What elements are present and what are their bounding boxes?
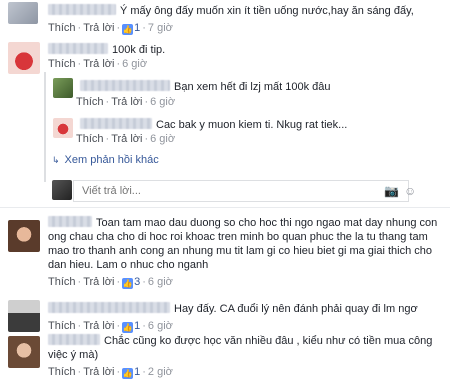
commenter-name[interactable] [48, 216, 92, 227]
reply-link[interactable]: Trả lời [83, 276, 114, 288]
reply-link[interactable]: Trả lời [83, 22, 114, 34]
like-icon: 👍 [122, 278, 134, 289]
commenter-name[interactable] [80, 80, 170, 91]
like-icon: 👍 [122, 24, 134, 35]
timestamp[interactable]: 6 giờ [150, 96, 175, 108]
like-count[interactable]: 1 [134, 320, 140, 332]
avatar[interactable] [53, 118, 73, 138]
reply-actions: Thích · Trả lời · 6 giờ [76, 133, 176, 145]
avatar[interactable] [8, 2, 38, 24]
like-count[interactable]: 3 [134, 276, 140, 288]
like-count[interactable]: 1 [134, 366, 140, 378]
comment-text: Ý mấy ông đấy muốn xin ít tiền uống nước… [120, 5, 414, 17]
reply-link[interactable]: Trả lời [83, 366, 114, 378]
commenter-name[interactable] [80, 118, 152, 129]
timestamp[interactable]: 6 giờ [150, 133, 175, 145]
commenter-name[interactable] [48, 334, 100, 345]
commenter-name[interactable] [48, 302, 170, 313]
timestamp[interactable]: 2 giờ [148, 366, 173, 378]
reply-text: Cac bak y muon kiem ti. Nkug rat tiek... [156, 119, 348, 131]
comment-text: Hay đấy. CA đuổi lý nên đánh phải quay đ… [174, 303, 418, 315]
like-count[interactable]: 1 [134, 22, 140, 34]
timestamp[interactable]: 6 giờ [148, 320, 173, 332]
comment-actions: Thích · Trả lời · 👍 1 · 7 giờ [48, 22, 173, 35]
comment-actions: Thích · Trả lời · 👍 1 · 6 giờ [48, 320, 173, 333]
avatar[interactable] [53, 78, 73, 98]
reply-input-box[interactable]: 📷 ☺ [73, 180, 416, 202]
like-link[interactable]: Thích [48, 22, 76, 34]
timestamp[interactable]: 7 giờ [148, 22, 173, 34]
avatar [52, 180, 72, 200]
comment-actions: Thích · Trả lời · 👍 1 · 2 giờ [48, 366, 173, 379]
comment-text: 100k đi tip. [112, 44, 166, 56]
divider [0, 207, 450, 208]
commenter-name[interactable] [48, 4, 116, 15]
smiley-icon[interactable]: ☺ [404, 184, 416, 198]
avatar[interactable] [8, 220, 40, 252]
comment-actions: Thích · Trả lời · 6 giờ [48, 58, 148, 70]
avatar[interactable] [8, 336, 40, 368]
reply-link[interactable]: Trả lời [111, 133, 142, 145]
comment-text: Toan tam mao dau duong so cho hoc thi ng… [48, 217, 438, 271]
like-icon: 👍 [122, 322, 134, 333]
reply-link[interactable]: Trả lời [111, 96, 142, 108]
commenter-name[interactable] [48, 43, 108, 54]
reply-link[interactable]: Trả lời [83, 320, 114, 332]
like-icon: 👍 [122, 368, 134, 379]
reply-text: Bạn xem hết đi lzj mất 100k đâu [174, 81, 331, 93]
like-link[interactable]: Thích [48, 320, 76, 332]
reply-thread-line [44, 72, 46, 182]
comment-actions: Thích · Trả lời · 👍 3 · 6 giờ [48, 276, 173, 289]
reply-arrow-icon: ↳ [52, 155, 60, 165]
timestamp[interactable]: 6 giờ [148, 276, 173, 288]
avatar[interactable] [8, 42, 40, 74]
avatar[interactable] [8, 300, 40, 332]
reply-actions: Thích · Trả lời · 6 giờ [76, 96, 176, 108]
timestamp[interactable]: 6 giờ [122, 58, 147, 70]
like-link[interactable]: Thích [48, 276, 76, 288]
comment-text: Chắc cũng ko được học văn nhiều đâu , ki… [48, 335, 433, 361]
reply-input[interactable] [80, 184, 344, 198]
like-link[interactable]: Thích [76, 133, 104, 145]
like-link[interactable]: Thích [76, 96, 104, 108]
like-link[interactable]: Thích [48, 58, 76, 70]
view-more-replies-link[interactable]: ↳ Xem phản hồi khác [52, 154, 159, 166]
camera-icon[interactable]: 📷 [384, 184, 399, 198]
like-link[interactable]: Thích [48, 366, 76, 378]
reply-link[interactable]: Trả lời [83, 58, 114, 70]
